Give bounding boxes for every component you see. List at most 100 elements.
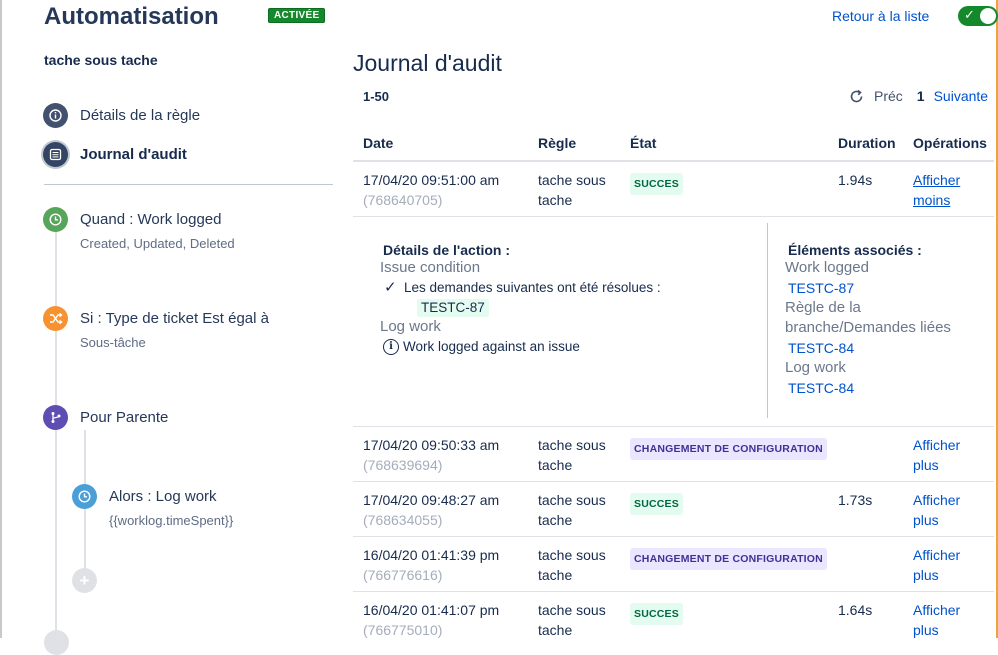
step-subtitle: Created, Updated, Deleted <box>80 236 235 251</box>
log-work-label: Log work <box>380 318 441 335</box>
trigger-step[interactable]: Quand : Work logged Created, Updated, De… <box>43 207 235 251</box>
app-title: Automatisation <box>44 3 219 30</box>
sidebar-divider <box>44 184 333 185</box>
issue-condition-label: Issue condition <box>380 259 481 276</box>
row-id: (768634055) <box>363 512 443 528</box>
toggle-knob <box>980 8 996 24</box>
details-divider <box>767 223 768 418</box>
pagination: Préc 1 Suivante <box>848 88 988 104</box>
row-rule: tache sous <box>538 602 606 618</box>
issue-link[interactable]: TESTC-84 <box>788 338 951 358</box>
rule-name: tache sous tache <box>44 52 158 68</box>
row-date: 17/04/20 09:48:27 am <box>363 492 500 508</box>
row-id: (766776616) <box>363 567 443 583</box>
back-to-list-link[interactable]: Retour à la liste <box>832 8 929 24</box>
associated-items-heading: Éléments associés : <box>788 242 922 258</box>
state-lozenge: SUCCES <box>630 493 683 515</box>
row-rule: tache sous <box>538 547 606 563</box>
row-rule: tache <box>538 192 573 208</box>
row-duration: 1.73s <box>838 492 873 508</box>
step-title: Si : Type de ticket Est égal à <box>80 310 269 327</box>
show-more-link[interactable]: Afficher plus <box>913 600 983 640</box>
list-icon <box>43 142 68 167</box>
issue-link[interactable]: TESTC-84 <box>788 378 951 398</box>
step-subtitle: {{worklog.timeSpent}} <box>109 513 234 528</box>
nav-label: Journal d'audit <box>80 146 187 163</box>
state-lozenge: CHANGEMENT DE CONFIGURATION <box>630 438 827 460</box>
table-row: 17/04/20 09:48:27 am (768634055) tache so… <box>353 482 994 537</box>
step-title: Quand : Work logged <box>80 211 222 228</box>
table-row: 16/04/20 01:41:39 pm (766776616) tache so… <box>353 537 994 592</box>
row-date: 16/04/20 01:41:07 pm <box>363 602 500 618</box>
show-less-link[interactable]: Afficher moins <box>913 170 983 210</box>
checkmark-icon: ✓ <box>384 279 397 296</box>
assoc-label: Log work <box>785 359 846 376</box>
assoc-label: branche/Demandes liées <box>785 319 951 336</box>
condition-step[interactable]: Si : Type de ticket Est égal à Sous-tâch… <box>43 306 269 350</box>
action-details: Détails de l'action : Issue condition ✓ L… <box>380 242 661 357</box>
action-step[interactable]: Alors : Log work {{worklog.timeSpent}} <box>72 484 233 528</box>
info-icon: i <box>383 339 399 355</box>
assoc-label: Work logged <box>785 259 869 276</box>
row-rule: tache <box>538 457 573 473</box>
plus-icon: + <box>79 570 90 590</box>
row-id: (768640705) <box>363 192 443 208</box>
row-date: 16/04/20 01:41:39 pm <box>363 547 500 563</box>
shuffle-icon <box>43 306 68 331</box>
clock-icon <box>72 484 97 509</box>
column-header-rule: Règle <box>538 135 577 151</box>
action-details-heading: Détails de l'action : <box>383 242 511 258</box>
row-id: (768639694) <box>363 457 443 473</box>
row-rule: tache <box>538 567 573 583</box>
next-page-link[interactable]: Suivante <box>934 88 988 104</box>
branch-icon <box>43 405 68 430</box>
step-subtitle: Sous-tâche <box>80 335 146 350</box>
row-details-panel: Détails de l'action : Issue condition ✓ L… <box>353 215 994 427</box>
row-id: (766775010) <box>363 622 443 638</box>
refresh-icon[interactable] <box>848 88 864 104</box>
page-title: Journal d'audit <box>353 50 502 76</box>
row-rule: tache sous <box>538 492 606 508</box>
add-component-button[interactable]: + <box>72 568 97 593</box>
state-lozenge: CHANGEMENT DE CONFIGURATION <box>630 548 827 570</box>
issue-key-badge: TESTC-87 <box>417 299 489 317</box>
column-header-state: État <box>630 135 657 151</box>
column-header-date: Date <box>363 135 394 151</box>
add-step-button[interactable] <box>44 630 69 655</box>
checkmark-icon: ✓ <box>964 7 975 22</box>
assoc-label: Règle de la <box>785 299 861 316</box>
rule-enabled-toggle[interactable]: ✓ <box>958 6 998 26</box>
log-work-text: Work logged against an issue <box>403 339 580 354</box>
row-date: 17/04/20 09:50:33 am <box>363 437 500 453</box>
state-lozenge: SUCCES <box>630 173 683 195</box>
current-page: 1 <box>916 88 925 104</box>
resolved-text: Les demandes suivantes ont été résolues … <box>404 280 661 295</box>
step-title: Alors : Log work <box>109 488 217 505</box>
show-more-link[interactable]: Afficher plus <box>913 490 983 530</box>
prev-page-link[interactable]: Préc <box>874 88 903 104</box>
info-icon <box>43 103 68 128</box>
branch-step[interactable]: Pour Parente <box>43 405 168 430</box>
nav-rule-details[interactable]: Détails de la règle <box>43 103 200 128</box>
show-more-link[interactable]: Afficher plus <box>913 545 983 585</box>
window-left-edge <box>0 0 2 638</box>
clock-icon <box>43 207 68 232</box>
issue-link[interactable]: TESTC-87 <box>788 278 951 298</box>
nav-audit-log[interactable]: Journal d'audit <box>43 142 187 167</box>
table-row: 17/04/20 09:50:33 am (768639694) tache so… <box>353 427 994 482</box>
show-more-link[interactable]: Afficher plus <box>913 435 983 475</box>
status-badge: ACTIVÉE <box>268 8 326 23</box>
row-rule: tache sous <box>538 172 606 188</box>
column-header-duration: Duration <box>838 135 896 151</box>
result-range: 1-50 <box>363 89 390 104</box>
table-row: 17/04/20 09:51:00 am (768640705) tache so… <box>353 162 994 217</box>
row-rule: tache <box>538 622 573 638</box>
row-rule: tache sous <box>538 437 606 453</box>
timeline-connector <box>55 230 57 638</box>
row-rule: tache <box>538 512 573 528</box>
nav-label: Détails de la règle <box>80 107 201 124</box>
column-header-operations: Opérations <box>913 135 987 151</box>
step-title: Pour Parente <box>80 409 169 426</box>
associated-items: Éléments associés : Work logged TESTC-87… <box>785 242 951 398</box>
row-duration: 1.94s <box>838 172 873 188</box>
